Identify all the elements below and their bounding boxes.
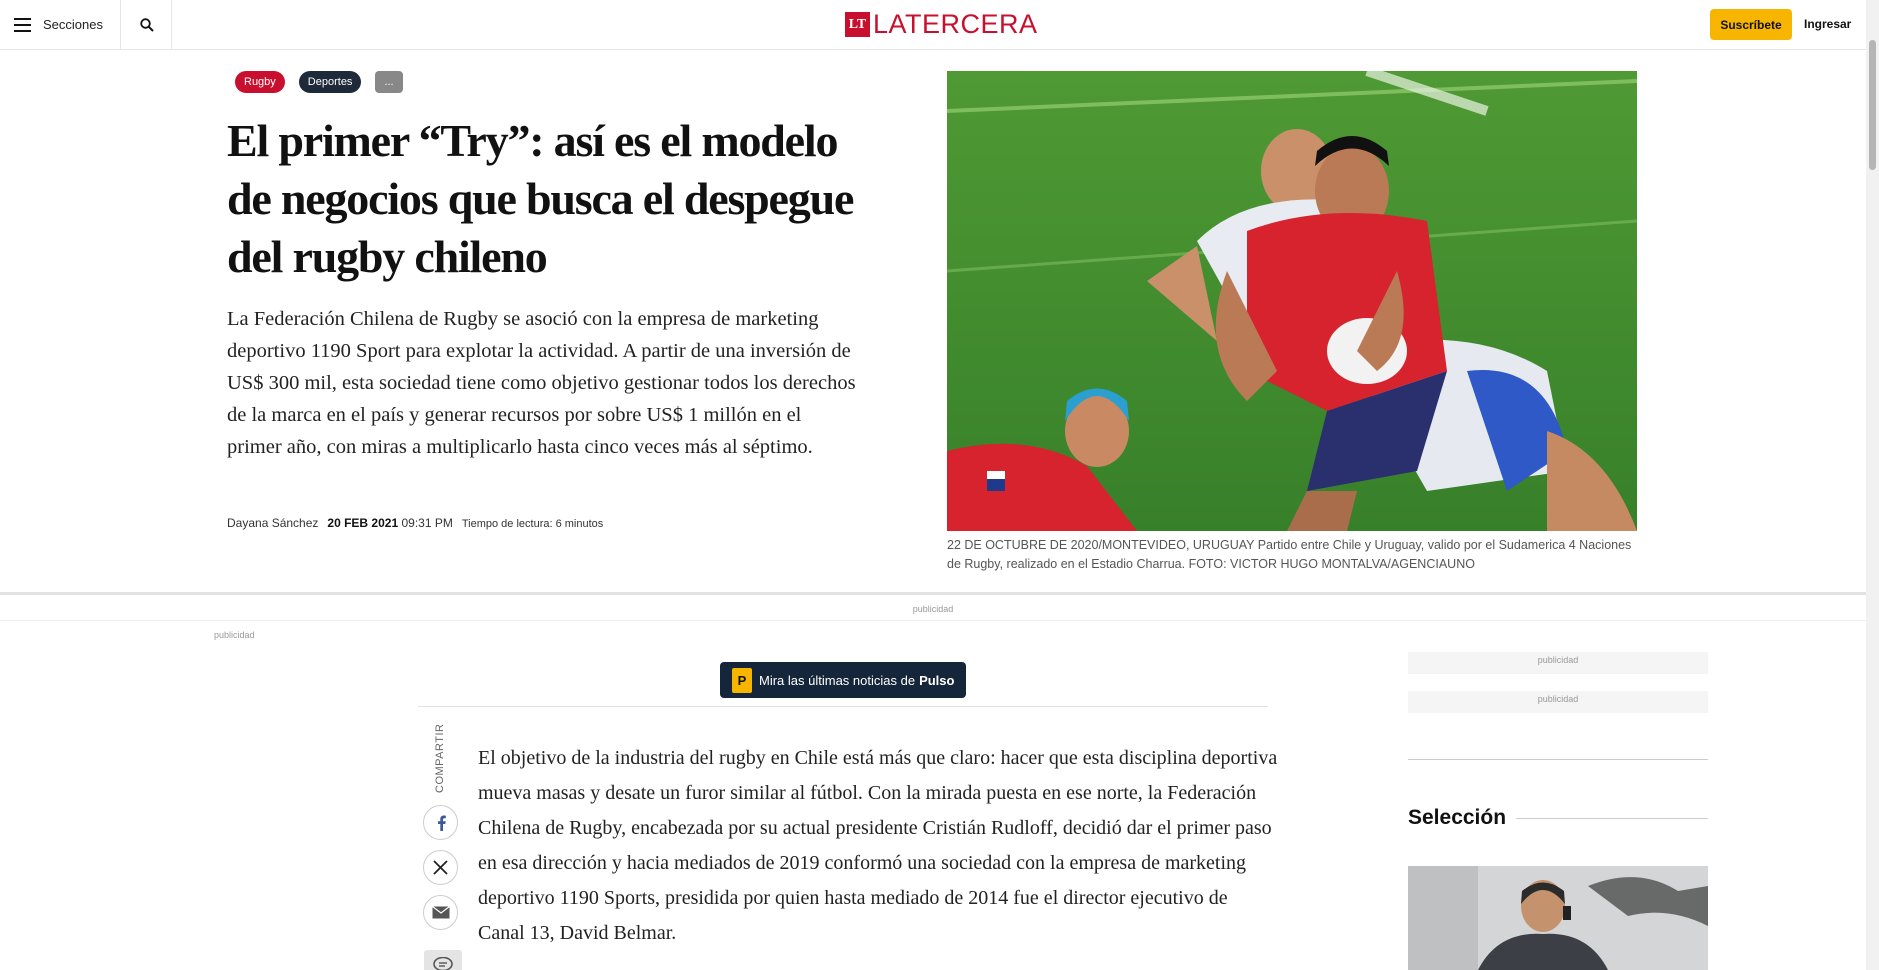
- page-scrollbar[interactable]: [1866, 0, 1879, 970]
- pulso-banner-text: Mira las últimas noticias de: [759, 672, 916, 688]
- article-byline: Dayana Sánchez 20 FEB 2021 09:31 PM Tiem…: [227, 516, 603, 530]
- scrollbar-thumb[interactable]: [1869, 40, 1876, 170]
- mail-icon: [431, 906, 450, 919]
- tag-deportes[interactable]: Deportes: [298, 71, 362, 93]
- section-divider: [0, 592, 1866, 595]
- author-name[interactable]: Dayana Sánchez: [227, 516, 318, 530]
- article-tags: Rugby Deportes ...: [235, 71, 403, 93]
- article-lead: La Federación Chilena de Rugby se asoció…: [227, 308, 856, 458]
- sidebar-section-title: Selección: [1408, 806, 1507, 829]
- reading-time: Tiempo de lectura: 6 minutos: [461, 518, 604, 530]
- search-icon: [139, 17, 154, 32]
- site-logo[interactable]: LT LATERCERA: [845, 11, 1038, 38]
- article-body-paragraph: El objetivo de la industria del rugby en…: [478, 747, 1278, 944]
- facebook-icon: [437, 815, 446, 831]
- top-header: Secciones LT LATERCERA Suscríbete Ingres…: [0, 0, 1866, 50]
- hero-image-caption: 22 DE OCTUBRE DE 2020/MONTEVIDEO, URUGUA…: [947, 538, 1632, 571]
- logo-mark: LT: [845, 12, 870, 37]
- pulso-logo-icon: P: [732, 667, 752, 693]
- share-mail-button[interactable]: [423, 895, 458, 930]
- x-icon: [433, 860, 448, 875]
- ad-label-left: publicidad: [214, 630, 255, 640]
- share-facebook-button[interactable]: [423, 805, 458, 840]
- article-headline: El primer “Try”: así es el modelo de neg…: [227, 115, 854, 282]
- tag-more[interactable]: ...: [375, 71, 403, 93]
- share-label: COMPARTIR: [434, 723, 446, 794]
- comment-icon: [433, 957, 453, 970]
- comments-button[interactable]: [424, 950, 462, 970]
- body-divider: [418, 706, 1268, 707]
- login-link[interactable]: Ingresar: [1804, 17, 1851, 31]
- sidebar-section-heading: Selección: [1408, 806, 1708, 830]
- ad-label-top: publicidad: [0, 604, 1866, 621]
- hamburger-icon: [14, 17, 31, 32]
- sidebar-featured-image[interactable]: [1408, 866, 1708, 970]
- sections-menu-label: Secciones: [43, 17, 103, 32]
- subscribe-button[interactable]: Suscríbete: [1710, 9, 1792, 40]
- sections-menu-button[interactable]: Secciones: [0, 0, 121, 49]
- sidebar-divider: [1408, 759, 1708, 760]
- sidebar-ad-2: publicidad: [1408, 691, 1708, 713]
- publish-date: 20 FEB 2021: [327, 516, 399, 530]
- pulso-banner-brand: Pulso: [919, 672, 955, 688]
- search-button[interactable]: [122, 0, 172, 49]
- sidebar-ad-1: publicidad: [1408, 652, 1708, 674]
- share-x-button[interactable]: [423, 850, 458, 885]
- pulso-news-banner[interactable]: P Mira las últimas noticias de Pulso: [720, 662, 966, 698]
- hero-image: [947, 71, 1637, 531]
- publish-time: 09:31 PM: [401, 516, 453, 530]
- logo-text: LATERCERA: [873, 9, 1038, 39]
- tag-rugby[interactable]: Rugby: [235, 71, 285, 93]
